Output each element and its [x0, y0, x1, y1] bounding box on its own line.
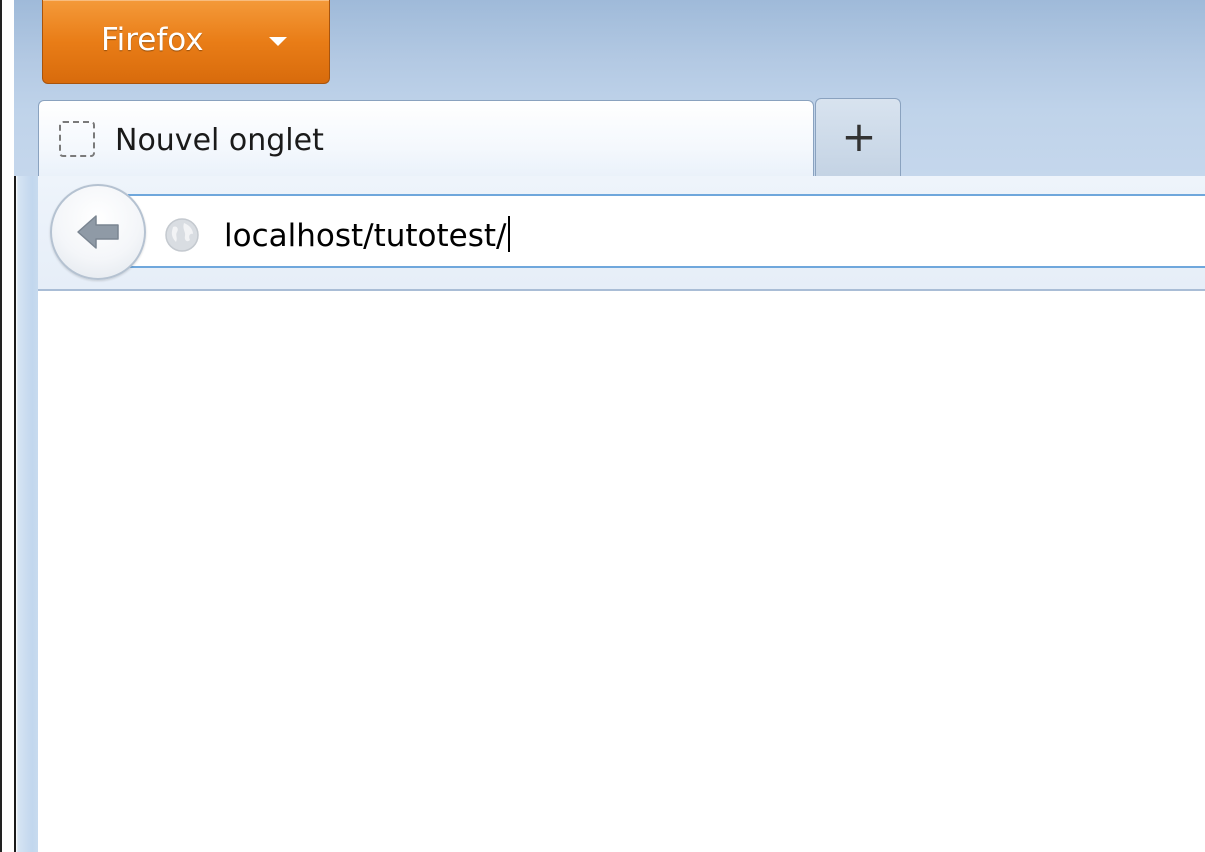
- back-button[interactable]: [50, 184, 146, 280]
- dropdown-arrow-icon: [269, 37, 287, 46]
- globe-icon: [165, 218, 199, 252]
- browser-window: Firefox Nouvel onglet + localhost/tutote…: [0, 0, 1205, 852]
- plus-icon: +: [841, 112, 877, 161]
- page-content: [38, 291, 1205, 852]
- firefox-menu-label: Firefox: [101, 22, 204, 58]
- back-arrow-icon: [77, 215, 119, 249]
- tab-nouvel-onglet[interactable]: Nouvel onglet: [38, 100, 814, 180]
- url-value: localhost/tutotest/: [224, 218, 507, 254]
- text-caret: [507, 216, 510, 252]
- url-text[interactable]: localhost/tutotest/: [224, 216, 510, 254]
- tab-label: Nouvel onglet: [115, 123, 324, 158]
- firefox-menu-button[interactable]: Firefox: [42, 0, 330, 84]
- new-tab-button[interactable]: +: [815, 98, 901, 176]
- blank-page-icon: [59, 121, 95, 157]
- navigation-toolbar: localhost/tutotest/: [38, 176, 1205, 291]
